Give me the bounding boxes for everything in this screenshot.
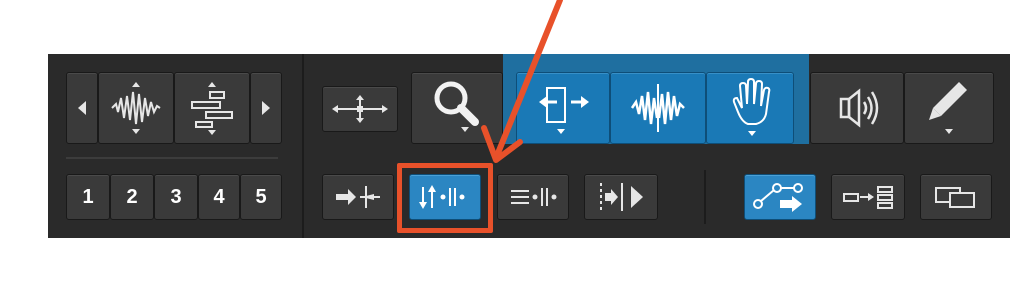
link-timeline-selection-button[interactable] (744, 174, 816, 220)
mirror-midi-button[interactable] (920, 174, 992, 220)
shuffle-mode-button[interactable] (322, 174, 394, 220)
spot-mode-button[interactable] (497, 174, 569, 220)
zoom-preset-3[interactable]: 3 (154, 174, 198, 220)
midi-zoom-button[interactable] (174, 72, 250, 144)
waveform-zoom-button[interactable] (98, 72, 174, 144)
selector-tool-button[interactable] (610, 72, 706, 144)
mirror-midi-icon (935, 187, 975, 208)
zoom-preset-4[interactable]: 4 (198, 174, 240, 220)
speaker-icon (839, 88, 879, 128)
zoom-preset-label: 3 (170, 185, 182, 208)
pencil-icon (929, 82, 967, 134)
triangle-left-icon (78, 101, 86, 115)
track-selection-button[interactable] (831, 174, 905, 220)
zoom-preset-2[interactable]: 2 (110, 174, 154, 220)
zoom-toggle-button[interactable] (322, 86, 398, 132)
zoom-divider (66, 157, 278, 159)
hand-icon (732, 77, 771, 136)
toolbar-divider (302, 54, 304, 238)
zoom-in-right-button[interactable] (250, 72, 282, 144)
triangle-right-icon (262, 101, 270, 115)
spot-mode-icon (511, 188, 557, 206)
toolbar-divider-lower (704, 170, 706, 224)
zoom-preset-label: 5 (255, 185, 267, 208)
link-timeline-selection-icon (753, 183, 803, 212)
selector-icon (630, 84, 685, 132)
grid-mode-button[interactable] (584, 174, 658, 220)
zoom-out-left-button[interactable] (66, 72, 98, 144)
zoom-preset-1[interactable]: 1 (66, 174, 110, 220)
midi-zoom-icon (191, 82, 233, 135)
zoom-preset-label: 4 (213, 185, 225, 208)
scrubber-tool-button[interactable] (810, 72, 904, 144)
zoom-preset-label: 2 (126, 185, 138, 208)
track-selection-icon (843, 186, 893, 209)
zoom-preset-label: 1 (82, 185, 94, 208)
zoom-preset-5[interactable]: 5 (240, 174, 282, 220)
zoom-toggle-icon (332, 95, 388, 123)
grid-mode-icon (600, 183, 643, 211)
waveform-zoom-icon (111, 82, 161, 134)
annotation-arrow-icon (481, 0, 563, 163)
shuffle-icon (336, 186, 380, 208)
grabber-tool-button[interactable] (706, 72, 794, 144)
pencil-tool-button[interactable] (904, 72, 994, 144)
